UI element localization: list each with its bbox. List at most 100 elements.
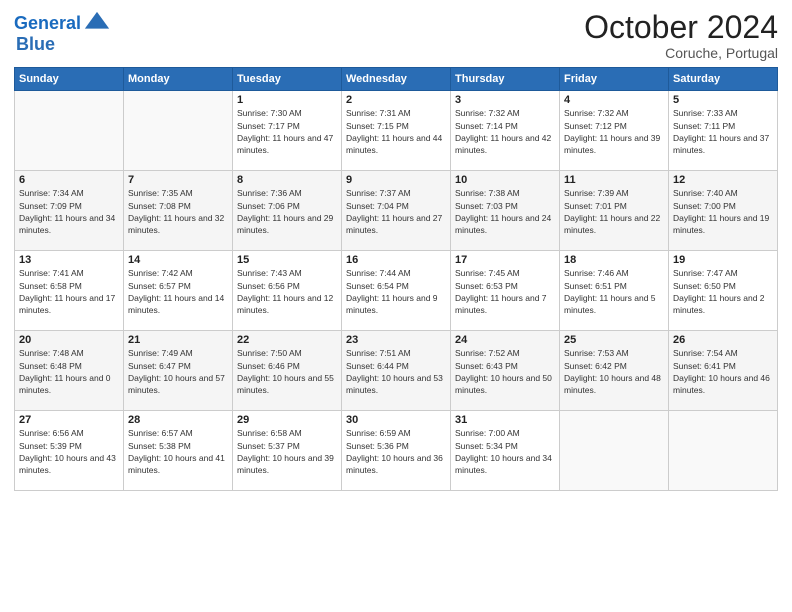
day-info: Sunrise: 7:31 AM Sunset: 7:15 PM Dayligh… <box>346 107 446 156</box>
day-number: 17 <box>455 254 555 266</box>
day-number: 19 <box>673 254 773 266</box>
day-info: Sunrise: 7:34 AM Sunset: 7:09 PM Dayligh… <box>19 187 119 236</box>
day-cell: 23Sunrise: 7:51 AM Sunset: 6:44 PM Dayli… <box>342 331 451 411</box>
logo-text: General <box>14 14 81 34</box>
day-cell: 20Sunrise: 7:48 AM Sunset: 6:48 PM Dayli… <box>15 331 124 411</box>
day-cell: 12Sunrise: 7:40 AM Sunset: 7:00 PM Dayli… <box>669 171 778 251</box>
day-cell <box>560 411 669 491</box>
logo: General Blue <box>14 10 111 55</box>
day-number: 6 <box>19 174 119 186</box>
calendar-table: SundayMondayTuesdayWednesdayThursdayFrid… <box>14 67 778 491</box>
weekday-tuesday: Tuesday <box>233 68 342 91</box>
day-cell: 19Sunrise: 7:47 AM Sunset: 6:50 PM Dayli… <box>669 251 778 331</box>
day-info: Sunrise: 7:43 AM Sunset: 6:56 PM Dayligh… <box>237 267 337 316</box>
day-cell: 21Sunrise: 7:49 AM Sunset: 6:47 PM Dayli… <box>124 331 233 411</box>
day-info: Sunrise: 7:45 AM Sunset: 6:53 PM Dayligh… <box>455 267 555 316</box>
weekday-wednesday: Wednesday <box>342 68 451 91</box>
day-cell: 13Sunrise: 7:41 AM Sunset: 6:58 PM Dayli… <box>15 251 124 331</box>
day-info: Sunrise: 7:40 AM Sunset: 7:00 PM Dayligh… <box>673 187 773 236</box>
week-row-5: 27Sunrise: 6:56 AM Sunset: 5:39 PM Dayli… <box>15 411 778 491</box>
location: Coruche, Portugal <box>584 45 778 61</box>
day-cell: 2Sunrise: 7:31 AM Sunset: 7:15 PM Daylig… <box>342 91 451 171</box>
day-info: Sunrise: 7:46 AM Sunset: 6:51 PM Dayligh… <box>564 267 664 316</box>
day-cell: 22Sunrise: 7:50 AM Sunset: 6:46 PM Dayli… <box>233 331 342 411</box>
weekday-monday: Monday <box>124 68 233 91</box>
day-info: Sunrise: 6:56 AM Sunset: 5:39 PM Dayligh… <box>19 427 119 476</box>
day-info: Sunrise: 7:49 AM Sunset: 6:47 PM Dayligh… <box>128 347 228 396</box>
day-info: Sunrise: 7:51 AM Sunset: 6:44 PM Dayligh… <box>346 347 446 396</box>
day-info: Sunrise: 7:35 AM Sunset: 7:08 PM Dayligh… <box>128 187 228 236</box>
day-number: 9 <box>346 174 446 186</box>
day-cell: 5Sunrise: 7:33 AM Sunset: 7:11 PM Daylig… <box>669 91 778 171</box>
day-info: Sunrise: 7:41 AM Sunset: 6:58 PM Dayligh… <box>19 267 119 316</box>
day-number: 10 <box>455 174 555 186</box>
day-info: Sunrise: 7:47 AM Sunset: 6:50 PM Dayligh… <box>673 267 773 316</box>
day-number: 20 <box>19 334 119 346</box>
day-info: Sunrise: 7:39 AM Sunset: 7:01 PM Dayligh… <box>564 187 664 236</box>
day-cell: 16Sunrise: 7:44 AM Sunset: 6:54 PM Dayli… <box>342 251 451 331</box>
day-info: Sunrise: 7:53 AM Sunset: 6:42 PM Dayligh… <box>564 347 664 396</box>
day-info: Sunrise: 7:38 AM Sunset: 7:03 PM Dayligh… <box>455 187 555 236</box>
day-cell <box>669 411 778 491</box>
day-number: 11 <box>564 174 664 186</box>
day-number: 23 <box>346 334 446 346</box>
day-number: 12 <box>673 174 773 186</box>
week-row-4: 20Sunrise: 7:48 AM Sunset: 6:48 PM Dayli… <box>15 331 778 411</box>
day-number: 4 <box>564 94 664 106</box>
week-row-2: 6Sunrise: 7:34 AM Sunset: 7:09 PM Daylig… <box>15 171 778 251</box>
day-number: 5 <box>673 94 773 106</box>
day-info: Sunrise: 7:32 AM Sunset: 7:12 PM Dayligh… <box>564 107 664 156</box>
day-info: Sunrise: 6:57 AM Sunset: 5:38 PM Dayligh… <box>128 427 228 476</box>
day-number: 8 <box>237 174 337 186</box>
logo-icon <box>83 10 111 38</box>
day-number: 18 <box>564 254 664 266</box>
day-cell: 17Sunrise: 7:45 AM Sunset: 6:53 PM Dayli… <box>451 251 560 331</box>
day-number: 14 <box>128 254 228 266</box>
day-number: 27 <box>19 414 119 426</box>
day-cell: 25Sunrise: 7:53 AM Sunset: 6:42 PM Dayli… <box>560 331 669 411</box>
weekday-sunday: Sunday <box>15 68 124 91</box>
weekday-saturday: Saturday <box>669 68 778 91</box>
day-info: Sunrise: 7:42 AM Sunset: 6:57 PM Dayligh… <box>128 267 228 316</box>
day-cell: 27Sunrise: 6:56 AM Sunset: 5:39 PM Dayli… <box>15 411 124 491</box>
day-info: Sunrise: 7:48 AM Sunset: 6:48 PM Dayligh… <box>19 347 119 396</box>
day-number: 7 <box>128 174 228 186</box>
day-cell: 30Sunrise: 6:59 AM Sunset: 5:36 PM Dayli… <box>342 411 451 491</box>
day-cell: 1Sunrise: 7:30 AM Sunset: 7:17 PM Daylig… <box>233 91 342 171</box>
day-number: 24 <box>455 334 555 346</box>
day-info: Sunrise: 7:54 AM Sunset: 6:41 PM Dayligh… <box>673 347 773 396</box>
day-number: 25 <box>564 334 664 346</box>
day-cell: 7Sunrise: 7:35 AM Sunset: 7:08 PM Daylig… <box>124 171 233 251</box>
day-cell: 8Sunrise: 7:36 AM Sunset: 7:06 PM Daylig… <box>233 171 342 251</box>
calendar-container: General Blue October 2024 Coruche, Portu… <box>0 0 792 612</box>
week-row-3: 13Sunrise: 7:41 AM Sunset: 6:58 PM Dayli… <box>15 251 778 331</box>
day-cell: 15Sunrise: 7:43 AM Sunset: 6:56 PM Dayli… <box>233 251 342 331</box>
day-cell: 4Sunrise: 7:32 AM Sunset: 7:12 PM Daylig… <box>560 91 669 171</box>
day-cell: 10Sunrise: 7:38 AM Sunset: 7:03 PM Dayli… <box>451 171 560 251</box>
weekday-header-row: SundayMondayTuesdayWednesdayThursdayFrid… <box>15 68 778 91</box>
day-cell: 6Sunrise: 7:34 AM Sunset: 7:09 PM Daylig… <box>15 171 124 251</box>
weekday-thursday: Thursday <box>451 68 560 91</box>
day-cell: 14Sunrise: 7:42 AM Sunset: 6:57 PM Dayli… <box>124 251 233 331</box>
day-info: Sunrise: 7:37 AM Sunset: 7:04 PM Dayligh… <box>346 187 446 236</box>
day-number: 2 <box>346 94 446 106</box>
day-info: Sunrise: 7:00 AM Sunset: 5:34 PM Dayligh… <box>455 427 555 476</box>
day-cell: 24Sunrise: 7:52 AM Sunset: 6:43 PM Dayli… <box>451 331 560 411</box>
day-cell: 29Sunrise: 6:58 AM Sunset: 5:37 PM Dayli… <box>233 411 342 491</box>
day-number: 3 <box>455 94 555 106</box>
day-cell: 28Sunrise: 6:57 AM Sunset: 5:38 PM Dayli… <box>124 411 233 491</box>
day-number: 30 <box>346 414 446 426</box>
day-info: Sunrise: 6:59 AM Sunset: 5:36 PM Dayligh… <box>346 427 446 476</box>
day-number: 13 <box>19 254 119 266</box>
day-number: 29 <box>237 414 337 426</box>
day-cell <box>15 91 124 171</box>
title-block: October 2024 Coruche, Portugal <box>584 10 778 61</box>
day-info: Sunrise: 7:50 AM Sunset: 6:46 PM Dayligh… <box>237 347 337 396</box>
day-number: 15 <box>237 254 337 266</box>
day-number: 26 <box>673 334 773 346</box>
day-info: Sunrise: 7:33 AM Sunset: 7:11 PM Dayligh… <box>673 107 773 156</box>
week-row-1: 1Sunrise: 7:30 AM Sunset: 7:17 PM Daylig… <box>15 91 778 171</box>
weekday-friday: Friday <box>560 68 669 91</box>
calendar-header: General Blue October 2024 Coruche, Portu… <box>14 10 778 61</box>
month-title: October 2024 <box>584 10 778 45</box>
